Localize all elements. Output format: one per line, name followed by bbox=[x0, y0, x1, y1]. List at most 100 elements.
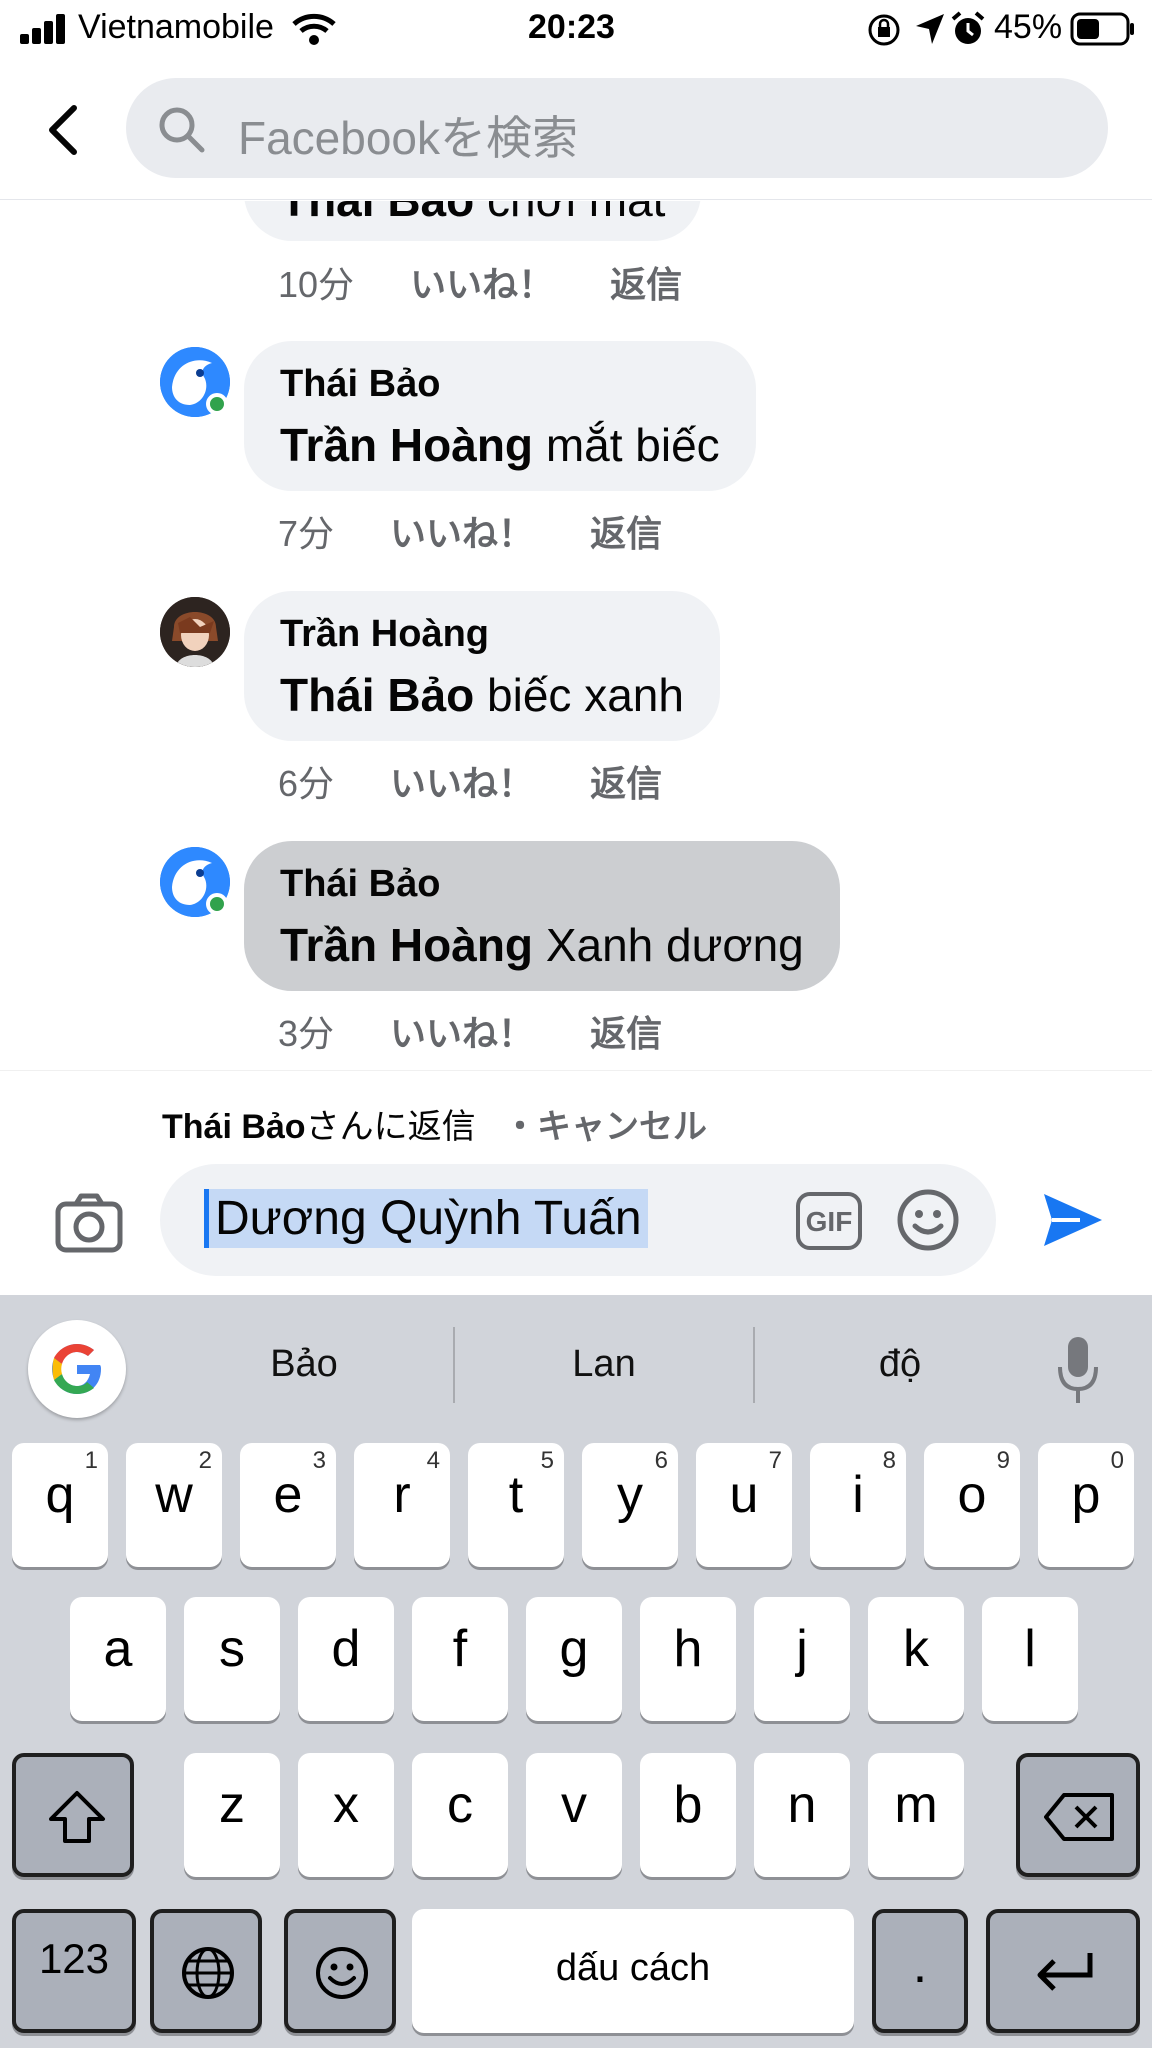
key-label: c bbox=[447, 1776, 473, 1834]
comment-text: biếc xanh bbox=[487, 669, 684, 721]
key-w[interactable]: w2 bbox=[126, 1443, 222, 1567]
anime-avatar-icon bbox=[160, 597, 230, 667]
key-label: 123 bbox=[38, 1935, 110, 1982]
suggestion-3[interactable]: độ bbox=[760, 1343, 1040, 1386]
emoji-icon[interactable] bbox=[896, 1188, 960, 1252]
comment-bubble[interactable]: Thái Bảo chơi mát bbox=[244, 201, 702, 241]
key-u[interactable]: u7 bbox=[696, 1443, 792, 1567]
key-l[interactable]: l bbox=[982, 1597, 1078, 1721]
comment-bubble[interactable]: Thái Bảo Trần Hoàng mắt biếc bbox=[244, 341, 756, 491]
shift-key[interactable] bbox=[12, 1753, 134, 1877]
backspace-icon bbox=[1044, 1793, 1114, 1841]
wifi-icon bbox=[292, 13, 336, 45]
comment-actions: 6分 いいね！ 返信 bbox=[278, 755, 662, 807]
key-label: m bbox=[894, 1776, 938, 1834]
key-number-hint: 7 bbox=[768, 1447, 782, 1474]
key-number-hint: 5 bbox=[540, 1447, 554, 1474]
comment-mention[interactable]: Thái Bảo bbox=[280, 201, 474, 226]
comment-bubble[interactable]: Thái Bảo Trần Hoàng Xanh dương bbox=[244, 841, 840, 991]
cancel-reply-button[interactable]: ・キャンセル bbox=[503, 1108, 707, 1146]
microphone-icon[interactable] bbox=[1056, 1335, 1100, 1405]
key-h[interactable]: h bbox=[640, 1597, 736, 1721]
send-icon[interactable] bbox=[1040, 1190, 1106, 1250]
comment-thread: Thái Bảo chơi mát 10分 いいね！ 返信 Thái Bảo T… bbox=[0, 201, 1152, 1070]
reply-button[interactable]: 返信 bbox=[610, 256, 682, 308]
key-s[interactable]: s bbox=[184, 1597, 280, 1721]
suggestion-1[interactable]: Bảo bbox=[164, 1343, 444, 1386]
backspace-key[interactable] bbox=[1016, 1753, 1140, 1877]
like-button[interactable]: いいね！ bbox=[390, 1005, 534, 1057]
key-k[interactable]: k bbox=[868, 1597, 964, 1721]
key-r[interactable]: r4 bbox=[354, 1443, 450, 1567]
comment-input[interactable]: Dương Quỳnh Tuấn GIF bbox=[160, 1164, 996, 1276]
globe-key[interactable] bbox=[150, 1909, 262, 2033]
google-button[interactable] bbox=[28, 1320, 126, 1418]
avatar[interactable] bbox=[160, 597, 230, 667]
reply-button[interactable]: 返信 bbox=[590, 755, 662, 807]
key-c[interactable]: c bbox=[412, 1753, 508, 1877]
like-button[interactable]: いいね！ bbox=[410, 256, 554, 308]
comment-author[interactable]: Thái Bảo bbox=[280, 863, 804, 906]
key-number-hint: 0 bbox=[1110, 1447, 1124, 1474]
gif-button[interactable]: GIF bbox=[796, 1192, 862, 1250]
comment-text: Xanh dương bbox=[545, 919, 804, 971]
key-number-hint: 6 bbox=[654, 1447, 668, 1474]
suggestion-2[interactable]: Lan bbox=[464, 1343, 744, 1386]
back-arrow-icon[interactable] bbox=[40, 100, 90, 160]
key-label: g bbox=[559, 1620, 589, 1678]
key-number-hint: 8 bbox=[882, 1447, 896, 1474]
reply-button[interactable]: 返信 bbox=[590, 505, 662, 557]
key-p[interactable]: p0 bbox=[1038, 1443, 1134, 1567]
comment-author[interactable]: Thái Bảo bbox=[280, 363, 720, 406]
numbers-key[interactable]: 123 bbox=[12, 1909, 136, 2033]
emoji-key[interactable] bbox=[284, 1909, 396, 2033]
key-label: l bbox=[1024, 1620, 1036, 1678]
battery-icon bbox=[1070, 12, 1134, 46]
search-placeholder: Facebookを検索 bbox=[238, 112, 579, 164]
shift-icon bbox=[49, 1791, 105, 1843]
key-q[interactable]: q1 bbox=[12, 1443, 108, 1567]
reply-label: さんに返信 bbox=[305, 1108, 476, 1146]
keyboard: Bảo Lan độ q1w2e3r4t5y6u7i8o9p0 a s d f g h j k l… bbox=[0, 1295, 1152, 2048]
comment-bubble[interactable]: Trần Hoàng Thái Bảo biếc xanh bbox=[244, 591, 720, 741]
key-a[interactable]: a bbox=[70, 1597, 166, 1721]
comment-mention[interactable]: Trần Hoàng bbox=[280, 419, 533, 471]
camera-icon[interactable] bbox=[54, 1188, 124, 1258]
status-bar: Vietnamobile 20:23 45% bbox=[0, 0, 1152, 60]
key-n[interactable]: n bbox=[754, 1753, 850, 1877]
emoji-key-icon bbox=[316, 1947, 368, 1999]
key-f[interactable]: f bbox=[412, 1597, 508, 1721]
like-button[interactable]: いいね！ bbox=[390, 505, 534, 557]
online-indicator bbox=[206, 893, 228, 915]
key-j[interactable]: j bbox=[754, 1597, 850, 1721]
reply-button[interactable]: 返信 bbox=[590, 1005, 662, 1057]
like-button[interactable]: いいね！ bbox=[390, 755, 534, 807]
suggestion-divider bbox=[753, 1327, 755, 1403]
key-x[interactable]: x bbox=[298, 1753, 394, 1877]
return-key[interactable] bbox=[986, 1909, 1140, 2033]
comment-mention[interactable]: Thái Bảo bbox=[280, 669, 474, 721]
key-e[interactable]: e3 bbox=[240, 1443, 336, 1567]
online-indicator bbox=[206, 393, 228, 415]
key-g[interactable]: g bbox=[526, 1597, 622, 1721]
comment-author[interactable]: Trần Hoàng bbox=[280, 613, 684, 656]
key-d[interactable]: d bbox=[298, 1597, 394, 1721]
key-v[interactable]: v bbox=[526, 1753, 622, 1877]
key-label: . bbox=[912, 1936, 928, 1994]
period-key[interactable]: . bbox=[872, 1909, 968, 2033]
key-label: h bbox=[673, 1620, 703, 1678]
search-input[interactable]: Facebookを検索 bbox=[126, 78, 1108, 178]
space-key[interactable]: dấu cách bbox=[412, 1909, 854, 2033]
comment-input-value[interactable]: Dương Quỳnh Tuấn bbox=[204, 1189, 648, 1248]
key-i[interactable]: i8 bbox=[810, 1443, 906, 1567]
key-o[interactable]: o9 bbox=[924, 1443, 1020, 1567]
key-m[interactable]: m bbox=[868, 1753, 964, 1877]
key-y[interactable]: y6 bbox=[582, 1443, 678, 1567]
comment-mention[interactable]: Trần Hoàng bbox=[280, 919, 533, 971]
key-t[interactable]: t5 bbox=[468, 1443, 564, 1567]
key-b[interactable]: b bbox=[640, 1753, 736, 1877]
key-z[interactable]: z bbox=[184, 1753, 280, 1877]
comment-time: 7分 bbox=[278, 513, 335, 554]
key-number-hint: 3 bbox=[312, 1447, 326, 1474]
key-number-hint: 2 bbox=[198, 1447, 212, 1474]
